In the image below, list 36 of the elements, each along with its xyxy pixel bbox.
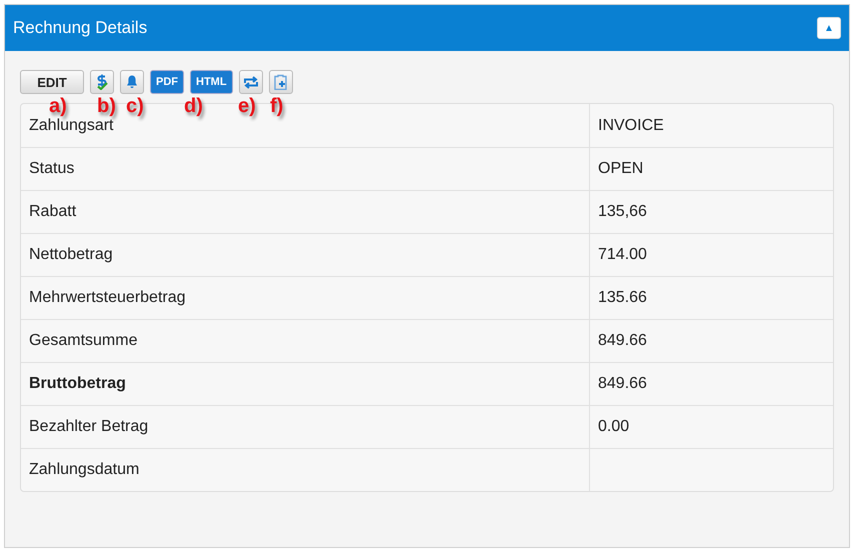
row-label: Zahlungsart xyxy=(29,116,114,134)
row-value: 135.66 xyxy=(598,289,647,307)
row-value: 849.66 xyxy=(598,332,647,350)
row-value: 849.66 xyxy=(598,375,647,393)
repeat-icon xyxy=(242,76,259,88)
row-label: Mehrwertsteuerbetrag xyxy=(29,289,186,307)
reminder-button[interactable] xyxy=(120,70,144,94)
row-label: Zahlungsdatum xyxy=(29,461,140,479)
row-value: 135,66 xyxy=(598,203,647,221)
annotation-label: b) xyxy=(97,95,116,118)
panel-title: Rechnung Details xyxy=(13,18,148,38)
row-value: INVOICE xyxy=(598,116,664,134)
payment-button[interactable] xyxy=(90,70,114,94)
bell-icon xyxy=(126,75,138,89)
row-label: Status xyxy=(29,160,74,178)
dollar-check-icon xyxy=(95,74,109,90)
export-button[interactable]: PDF xyxy=(150,70,184,94)
export-button[interactable]: HTML xyxy=(190,70,233,94)
row-value: 0.00 xyxy=(598,418,630,436)
annotation-label: e) xyxy=(238,95,256,118)
row-value: 714.00 xyxy=(598,246,647,264)
collapse-button[interactable]: ▲ xyxy=(817,17,841,39)
annotation-label: f) xyxy=(270,95,284,118)
row-label: Nettobetrag xyxy=(29,246,113,264)
annotation-label: c) xyxy=(126,95,144,118)
row-value: OPEN xyxy=(598,160,644,178)
row-label: Gesamtsumme xyxy=(29,332,138,350)
row-label: Rabatt xyxy=(29,203,76,221)
row-label: Bezahlter Betrag xyxy=(29,418,148,436)
annotation-label: a) xyxy=(49,95,67,118)
annotation-label: d) xyxy=(184,95,203,118)
clipboard-plus-icon xyxy=(274,74,288,90)
repeat-button[interactable] xyxy=(238,70,263,94)
edit-button[interactable]: EDIT xyxy=(20,70,84,94)
copy-button[interactable] xyxy=(268,70,293,94)
row-label: Bruttobetrag xyxy=(29,375,126,393)
